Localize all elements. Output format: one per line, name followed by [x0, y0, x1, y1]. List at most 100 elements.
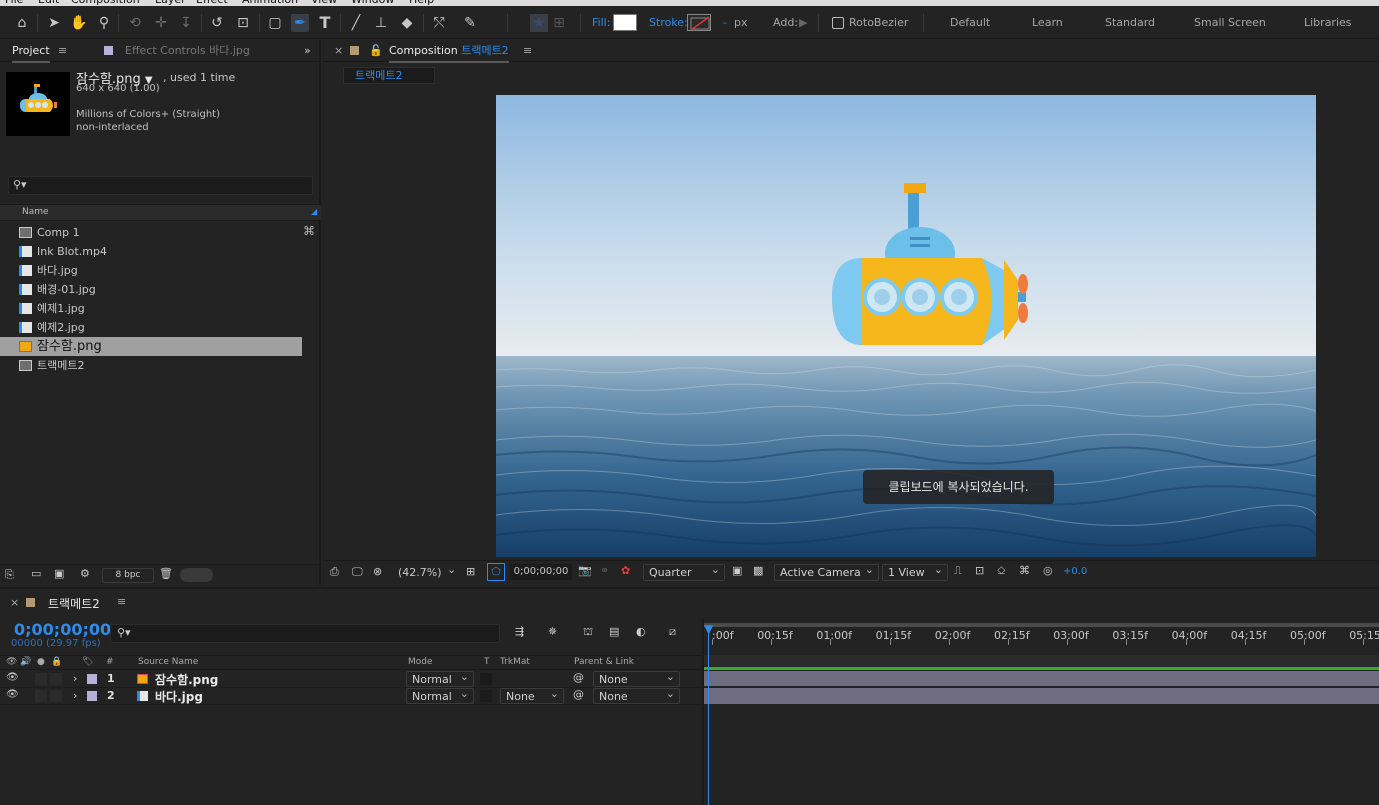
title-action-safe-icon[interactable]: ⊞ [466, 565, 475, 578]
layer-row[interactable]: 👁 › 2 바다.jpg Normal None @ None [0, 686, 703, 705]
view-layout-dropdown[interactable]: 1 View [882, 562, 948, 581]
pickwhip-icon[interactable]: @ [573, 671, 584, 684]
mask-visibility-icon[interactable]: ⊗ [373, 565, 382, 578]
workspace-learn[interactable]: Learn [1032, 16, 1063, 30]
star-icon[interactable]: ★ [530, 14, 548, 32]
camera-snapshot-icon[interactable]: 📷 [578, 564, 592, 577]
track-matte-dropdown[interactable]: None [500, 686, 564, 704]
playhead-line[interactable] [708, 633, 709, 805]
region-of-interest-icon[interactable]: ▣ [732, 564, 742, 577]
bit-depth-button[interactable]: 8 bpc [102, 568, 154, 583]
flowchart-icon[interactable]: ⌘ [303, 224, 315, 238]
solo-icon[interactable]: ● [37, 657, 45, 667]
project-item[interactable]: 트랙메트2 [0, 356, 302, 375]
stroke-swatch[interactable] [687, 14, 711, 31]
timeline-search-input[interactable]: ⚲▾ [110, 624, 500, 643]
layer-label-color[interactable] [87, 691, 97, 701]
project-search-input[interactable]: ⚲▾ [8, 176, 313, 195]
type-tool-icon[interactable]: T [316, 14, 334, 32]
label-icon[interactable]: 🏷 [82, 657, 93, 667]
workspace-libraries[interactable]: Libraries [1304, 16, 1352, 30]
video-eye-icon[interactable]: 👁 [6, 657, 17, 667]
comp-flowchart-icon[interactable]: ⇶ [515, 625, 524, 638]
fast-previews-icon[interactable]: ⊡ [975, 564, 984, 577]
camera-view-dropdown[interactable]: Active Camera [774, 562, 879, 581]
project-item[interactable]: Ink Blot.mp4 [0, 242, 302, 261]
solo-toggle[interactable] [35, 690, 47, 702]
name-column-header[interactable]: Name [22, 207, 49, 217]
home-icon[interactable]: ⌂ [13, 14, 31, 32]
visibility-eye-icon[interactable]: 👁 [6, 672, 19, 683]
tab-composition[interactable]: Composition 트랙메트2 [389, 44, 509, 63]
clone-stamp-tool-icon[interactable]: ⊥ [372, 14, 390, 32]
time-ruler[interactable]: :00f 00:15f 01:00f 01:15f 02:00f 02:15f 03:00f… [704, 619, 1379, 655]
chevron-right-icon[interactable]: › [73, 689, 77, 702]
puppet-pin-tool-icon[interactable]: ✎ [461, 14, 479, 32]
rotobezier-checkbox[interactable] [832, 17, 844, 29]
project-item[interactable]: Comp 1 [0, 223, 302, 242]
pan-camera-icon[interactable]: ✛ [152, 14, 170, 32]
layer-label-color[interactable] [87, 674, 97, 684]
panel-menu-icon[interactable]: ≡ [523, 44, 532, 58]
roto-brush-tool-icon[interactable]: ⤲ [430, 14, 448, 32]
thumbnail-size-slider[interactable] [180, 568, 213, 582]
flowchart-icon[interactable]: ⌘ [1019, 564, 1030, 577]
project-item[interactable]: 예제2.jpg [0, 318, 302, 337]
source-name-header[interactable]: Source Name [138, 657, 198, 667]
project-item[interactable]: 바다.jpg [0, 261, 302, 280]
motion-blur-icon[interactable]: ◐ [636, 625, 646, 638]
layer-2-track-bar[interactable] [704, 688, 1379, 704]
panel-menu-icon[interactable]: ≡ [117, 595, 126, 608]
timeline-comp-tab[interactable]: 트랙메트2 [48, 595, 100, 612]
draft-3d-icon[interactable]: ✵ [548, 625, 557, 638]
audio-icon[interactable]: 🔊 [20, 657, 31, 667]
lock-toggle[interactable] [50, 673, 62, 685]
reset-exposure-icon[interactable]: ◎ [1043, 564, 1053, 577]
layer-1-track-bar[interactable] [704, 671, 1379, 687]
frame-blending-icon[interactable]: ▤ [609, 625, 619, 638]
orbit-camera-icon[interactable]: ⟲ [126, 14, 144, 32]
lock-icon[interactable]: 🔒 [51, 657, 62, 667]
shy-layers-icon[interactable]: ⛫ [583, 625, 593, 640]
transparency-grid-icon[interactable]: ▩ [753, 564, 763, 577]
preserve-transparency-toggle[interactable] [480, 673, 492, 685]
monitor-icon[interactable]: 🖵 [352, 565, 363, 579]
mask-path-icon[interactable]: ⬠ [487, 563, 505, 581]
exposure-value[interactable]: +0.0 [1063, 566, 1087, 577]
pickwhip-icon[interactable]: @ [573, 688, 584, 701]
workspace-standard[interactable]: Standard [1105, 16, 1155, 30]
sort-arrow-icon[interactable]: ◢ [311, 207, 317, 216]
workspace-small-screen[interactable]: Small Screen [1194, 16, 1266, 30]
snap-icon[interactable]: ⊞ [550, 14, 568, 32]
anchor-point-tool-icon[interactable]: ⊡ [234, 14, 252, 32]
parent-dropdown[interactable]: None [593, 669, 680, 687]
chevron-right-icon[interactable]: › [73, 672, 77, 685]
panel-menu-icon[interactable]: ≡ [58, 44, 67, 58]
close-icon[interactable]: × [10, 596, 19, 609]
playhead-handle[interactable]: ▼ [704, 623, 714, 635]
solo-toggle[interactable] [35, 673, 47, 685]
project-item[interactable]: 배경-01.jpg [0, 280, 302, 299]
dolly-camera-icon[interactable]: ↧ [177, 14, 195, 32]
visibility-eye-icon[interactable]: 👁 [6, 689, 19, 700]
trash-icon[interactable]: 🗑 [159, 567, 173, 580]
timeline-toggle-icon[interactable]: ⎐ [997, 564, 1006, 578]
add-arrow-icon[interactable]: ▶ [799, 16, 807, 30]
brush-tool-icon[interactable]: ╱ [347, 14, 365, 32]
close-icon[interactable]: × [334, 44, 343, 58]
chevron-down-icon[interactable]: ⌄ [447, 563, 456, 576]
panel-overflow-icon[interactable]: » [304, 44, 311, 58]
selection-tool-icon[interactable]: ➤ [45, 14, 63, 32]
stroke-width-value[interactable]: - [723, 16, 727, 30]
blend-mode-dropdown[interactable]: Normal [406, 686, 474, 704]
new-folder-icon[interactable]: ▭ [31, 567, 41, 580]
show-snapshot-icon[interactable]: ⚭ [600, 564, 609, 577]
eraser-tool-icon[interactable]: ◆ [398, 14, 416, 32]
tab-effect-controls[interactable]: Effect Controls 바다.jpg [125, 44, 250, 58]
resolution-dropdown[interactable]: Quarter [643, 562, 725, 581]
toggle-pixel-aspect-icon[interactable]: ⎍ [954, 564, 962, 578]
rectangle-tool-icon[interactable]: ▢ [266, 14, 284, 32]
composition-viewer[interactable]: 클립보드에 복사되었습니다. [496, 95, 1316, 557]
color-channels-icon[interactable]: ✿ [621, 564, 630, 577]
lock-icon[interactable]: 🔓 [369, 44, 383, 58]
